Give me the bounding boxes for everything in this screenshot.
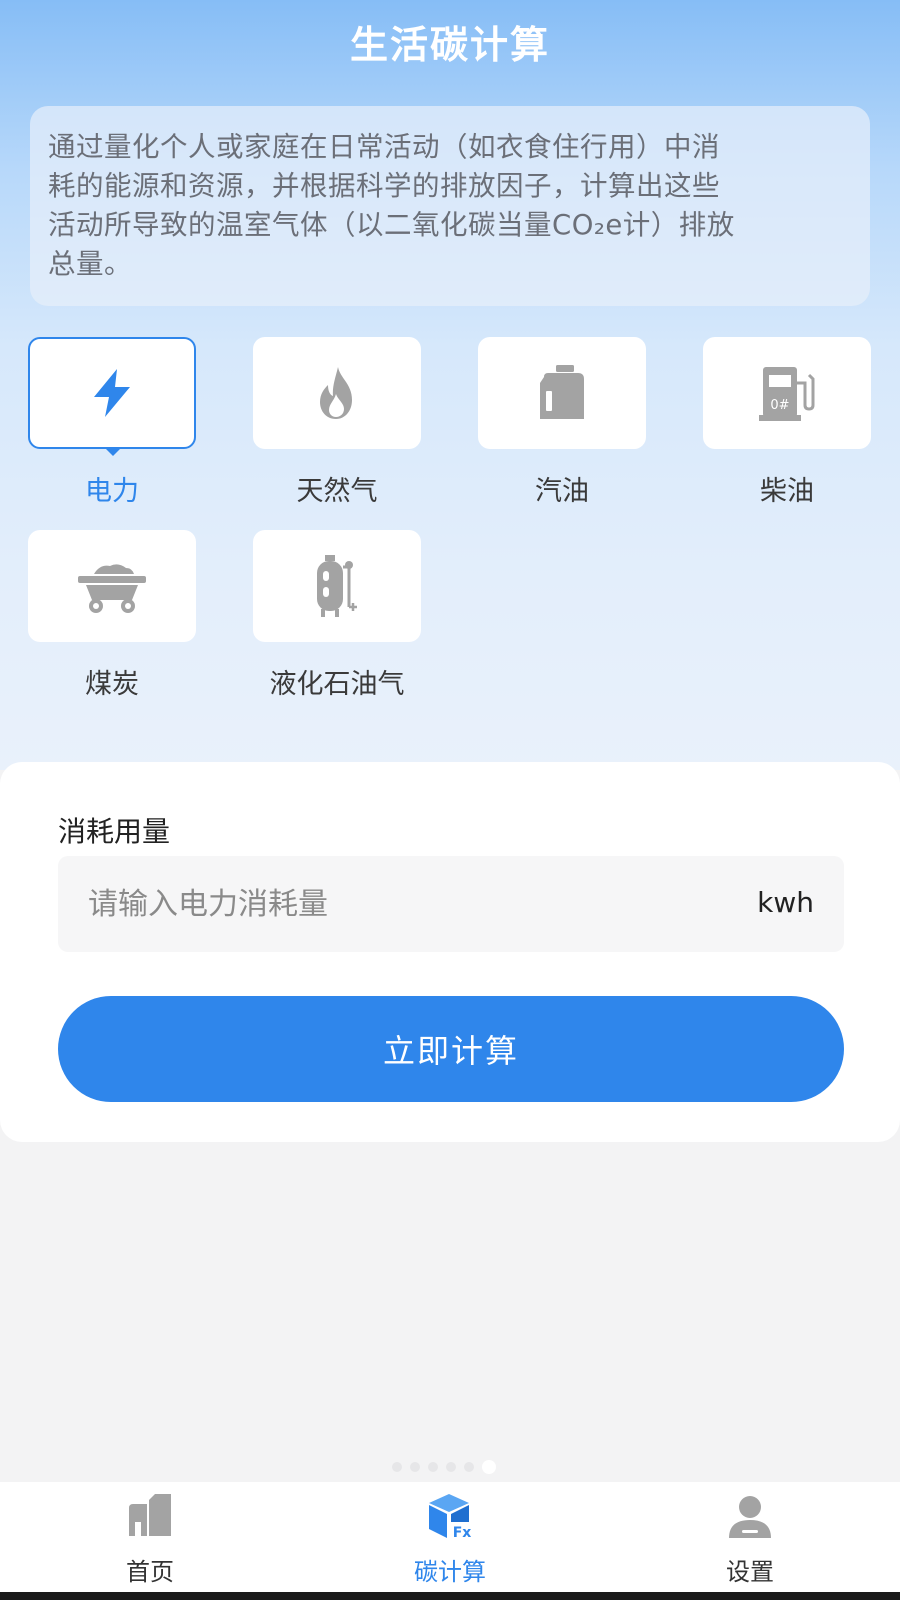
category-label: 煤炭 bbox=[85, 669, 139, 700]
category-tile[interactable] bbox=[478, 337, 646, 449]
category-label: 电力 bbox=[85, 476, 139, 507]
category-tile[interactable] bbox=[253, 530, 421, 642]
home-icon bbox=[129, 1494, 171, 1536]
page-dot bbox=[446, 1462, 456, 1472]
coal-cart-icon bbox=[78, 564, 146, 613]
system-nav-strip bbox=[0, 1592, 900, 1600]
user-icon bbox=[729, 1496, 771, 1538]
category-natural-gas[interactable]: 天然气 bbox=[253, 337, 421, 508]
consumption-input[interactable] bbox=[88, 856, 688, 952]
tab-label: 碳计算 bbox=[414, 1558, 486, 1586]
lightning-icon bbox=[94, 369, 130, 417]
tab-label: 设置 bbox=[726, 1558, 774, 1586]
category-gasoline[interactable]: 汽油 bbox=[478, 337, 646, 508]
page-dot bbox=[392, 1462, 402, 1472]
category-electricity[interactable]: 电力 bbox=[28, 337, 196, 508]
cube-fx-icon: Fx bbox=[429, 1494, 473, 1541]
page-dot bbox=[428, 1462, 438, 1472]
fx-text: Fx bbox=[453, 1525, 472, 1541]
tab-label: 首页 bbox=[126, 1558, 174, 1586]
category-coal[interactable]: 煤炭 bbox=[28, 530, 196, 701]
category-label: 液化石油气 bbox=[269, 669, 405, 700]
flame-icon bbox=[320, 367, 352, 419]
bottom-tab-bar: 首页 Fx 碳计算 设置 bbox=[0, 1482, 900, 1592]
pump-mark-text: 0# bbox=[770, 398, 789, 413]
page-indicator bbox=[392, 1460, 496, 1474]
category-tile[interactable] bbox=[28, 337, 196, 456]
category-diesel[interactable]: 0# 柴油 bbox=[703, 337, 871, 508]
category-lpg[interactable]: 液化石油气 bbox=[253, 530, 421, 701]
unit-label: kwh bbox=[757, 886, 814, 919]
fuel-can-icon bbox=[540, 365, 584, 419]
tab-settings[interactable]: 设置 bbox=[600, 1482, 900, 1592]
category-tile[interactable] bbox=[253, 337, 421, 449]
category-tile[interactable] bbox=[28, 530, 196, 642]
category-label: 天然气 bbox=[296, 476, 378, 507]
intro-line: 总量。 bbox=[48, 248, 132, 280]
consumption-label: 消耗用量 bbox=[58, 815, 171, 848]
intro-text: 通过量化个人或家庭在日常活动（如衣食住行用）中消 耗的能源和资源，并根据科学的排… bbox=[48, 128, 852, 284]
page-dot bbox=[464, 1462, 474, 1472]
page-dot-active bbox=[482, 1460, 496, 1474]
page-dot bbox=[410, 1462, 420, 1472]
fuel-pump-icon: 0# bbox=[759, 367, 815, 421]
tab-home[interactable]: 首页 bbox=[0, 1482, 300, 1592]
tab-carbon-calc[interactable]: Fx 碳计算 bbox=[300, 1482, 600, 1592]
category-label: 柴油 bbox=[760, 476, 814, 507]
intro-line: 活动所导致的温室气体（以二氧化碳当量CO₂e计）排放 bbox=[48, 209, 735, 241]
category-label: 汽油 bbox=[535, 476, 589, 507]
intro-card: 通过量化个人或家庭在日常活动（如衣食住行用）中消 耗的能源和资源，并根据科学的排… bbox=[30, 106, 870, 306]
intro-line: 通过量化个人或家庭在日常活动（如衣食住行用）中消 bbox=[48, 131, 720, 163]
gas-tank-icon bbox=[317, 555, 357, 617]
calculate-button[interactable]: 立即计算 bbox=[58, 996, 844, 1102]
consumption-panel: 消耗用量 kwh 立即计算 bbox=[0, 762, 900, 1142]
consumption-input-box[interactable]: kwh bbox=[58, 856, 844, 952]
intro-line: 耗的能源和资源，并根据科学的排放因子，计算出这些 bbox=[48, 170, 720, 202]
page-title: 生活碳计算 bbox=[349, 23, 550, 67]
category-tile[interactable]: 0# bbox=[703, 337, 871, 449]
